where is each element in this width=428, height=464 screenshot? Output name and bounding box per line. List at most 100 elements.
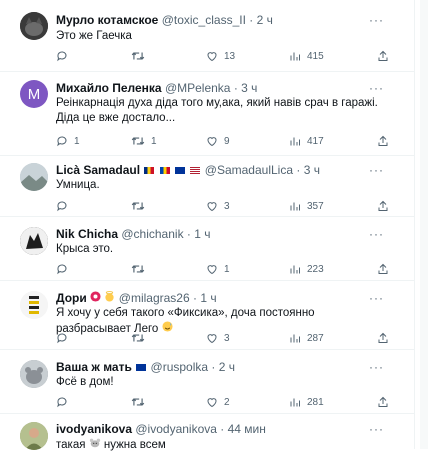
red-circle-emoji-icon bbox=[90, 291, 101, 306]
action-bar: 3 287 bbox=[56, 331, 398, 345]
reply-icon bbox=[57, 264, 67, 275]
share-button[interactable] bbox=[377, 262, 389, 276]
retweet-button[interactable] bbox=[131, 49, 151, 63]
reply-icon bbox=[57, 397, 67, 408]
reply-tweet[interactable]: Дори @milagras26 · 1 ч ··· Я хочу у себя… bbox=[0, 281, 414, 350]
views-button[interactable]: 357 bbox=[289, 199, 324, 213]
tweet-text: Это же Гаечка bbox=[56, 29, 378, 44]
timestamp[interactable]: 44 мин bbox=[228, 422, 266, 436]
share-button[interactable] bbox=[377, 395, 389, 409]
views-button[interactable]: 415 bbox=[289, 49, 324, 63]
timestamp[interactable]: 3 ч bbox=[304, 163, 320, 177]
like-count: 3 bbox=[224, 200, 230, 212]
author-handle[interactable]: @SamadaulLica bbox=[205, 163, 293, 177]
reply-button[interactable] bbox=[56, 395, 74, 409]
retweet-button[interactable] bbox=[131, 395, 151, 409]
share-button[interactable] bbox=[377, 331, 389, 345]
reply-tweet[interactable]: Licà Samadaul @SamadaulLica · 3 ч ··· Ум… bbox=[0, 156, 414, 217]
reply-button[interactable]: 1 bbox=[56, 134, 80, 148]
timestamp[interactable]: 2 ч bbox=[219, 360, 235, 374]
views-button[interactable]: 223 bbox=[289, 262, 324, 276]
avatar[interactable] bbox=[20, 12, 48, 40]
avatar[interactable] bbox=[20, 163, 48, 191]
angel-emoji-icon bbox=[104, 291, 115, 306]
share-button[interactable] bbox=[377, 199, 389, 213]
author-handle[interactable]: @ivodyanikova bbox=[135, 422, 217, 436]
like-count: 13 bbox=[224, 50, 236, 62]
timestamp[interactable]: 3 ч bbox=[241, 81, 257, 95]
like-button[interactable]: 1 bbox=[206, 262, 230, 276]
more-options-icon[interactable]: ··· bbox=[369, 423, 384, 435]
views-button[interactable]: 287 bbox=[289, 331, 324, 345]
more-options-icon[interactable]: ··· bbox=[369, 292, 384, 304]
author-name[interactable]: Михайло Пеленка bbox=[56, 81, 162, 95]
reply-button[interactable] bbox=[56, 331, 74, 345]
author-handle[interactable]: @ruspolka bbox=[151, 360, 209, 374]
like-count: 9 bbox=[224, 135, 230, 147]
retweet-icon bbox=[131, 52, 145, 60]
share-button[interactable] bbox=[377, 134, 389, 148]
more-options-icon[interactable]: ··· bbox=[369, 82, 384, 94]
views-button[interactable]: 281 bbox=[289, 395, 324, 409]
retweet-button[interactable] bbox=[131, 262, 151, 276]
flag-romania-icon bbox=[144, 167, 155, 175]
more-options-icon[interactable]: ··· bbox=[369, 14, 384, 26]
reply-button[interactable] bbox=[56, 49, 74, 63]
avatar[interactable] bbox=[20, 422, 48, 450]
author-name[interactable]: Дори bbox=[56, 291, 87, 305]
avatar[interactable] bbox=[20, 360, 48, 388]
reply-tweet[interactable]: Nik Chicha @chichanik · 1 ч ··· Крыса эт… bbox=[0, 217, 414, 281]
tweet-text: Реінкарнація духа діда того му,ака, який… bbox=[56, 96, 378, 126]
like-button[interactable]: 9 bbox=[206, 134, 230, 148]
heart-icon bbox=[207, 265, 217, 275]
author-name[interactable]: Ваша ж мать bbox=[56, 360, 132, 374]
tweet-header: Дори @milagras26 · 1 ч bbox=[56, 291, 384, 306]
person-avatar-icon bbox=[20, 422, 48, 450]
avatar[interactable]: M bbox=[20, 80, 48, 108]
like-button[interactable]: 3 bbox=[206, 199, 230, 213]
like-button[interactable]: 13 bbox=[206, 49, 235, 63]
landscape-avatar-icon bbox=[20, 163, 48, 191]
timestamp[interactable]: 1 ч bbox=[194, 227, 210, 241]
more-options-icon[interactable]: ··· bbox=[369, 164, 384, 176]
reply-tweet[interactable]: Мурло котамское @toxic_class_II · 2 ч ··… bbox=[0, 0, 414, 72]
author-handle[interactable]: @MPelenka bbox=[165, 81, 231, 95]
timestamp[interactable]: 2 ч bbox=[257, 13, 273, 27]
separator-dot: · bbox=[249, 13, 254, 27]
author-name[interactable]: ivodyanikova bbox=[56, 422, 132, 436]
like-button[interactable]: 3 bbox=[206, 331, 230, 345]
timestamp[interactable]: 1 ч bbox=[200, 291, 216, 305]
reply-tweet[interactable]: Ваша ж мать @ruspolka · 2 ч ··· Фсё в до… bbox=[0, 350, 414, 414]
separator-dot: · bbox=[211, 360, 216, 374]
more-options-icon[interactable]: ··· bbox=[369, 228, 384, 240]
retweet-icon bbox=[131, 398, 145, 406]
author-name[interactable]: Мурло котамское bbox=[56, 13, 158, 27]
reply-button[interactable] bbox=[56, 199, 74, 213]
reply-tweet[interactable]: M Михайло Пеленка @MPelenka · 3 ч ··· Ре… bbox=[0, 72, 414, 156]
tweet-text-line: Умница. bbox=[56, 179, 100, 191]
reply-feed: Мурло котамское @toxic_class_II · 2 ч ··… bbox=[0, 0, 414, 464]
tweet-header: Михайло Пеленка @MPelenka · 3 ч bbox=[56, 81, 384, 96]
retweet-button[interactable]: 1 bbox=[131, 134, 157, 148]
reply-tweet[interactable]: ivodyanikova @ivodyanikova · 44 мин ··· … bbox=[0, 414, 414, 464]
retweet-button[interactable] bbox=[131, 199, 151, 213]
share-icon bbox=[378, 135, 388, 146]
author-name[interactable]: Nik Chicha bbox=[56, 227, 118, 241]
share-button[interactable] bbox=[377, 49, 389, 63]
more-options-icon[interactable]: ··· bbox=[369, 361, 384, 373]
author-handle[interactable]: @milagras26 bbox=[119, 291, 190, 305]
view-count: 415 bbox=[307, 50, 324, 62]
author-name[interactable]: Licà Samadaul bbox=[56, 163, 140, 177]
avatar[interactable] bbox=[20, 227, 48, 255]
view-count: 223 bbox=[307, 263, 324, 275]
view-count: 417 bbox=[307, 135, 324, 147]
reply-icon bbox=[57, 333, 67, 344]
author-handle[interactable]: @chichanik bbox=[121, 227, 183, 241]
retweet-button[interactable] bbox=[131, 331, 151, 345]
author-handle[interactable]: @toxic_class_II bbox=[162, 13, 246, 27]
like-button[interactable]: 2 bbox=[206, 395, 230, 409]
avatar[interactable] bbox=[20, 291, 48, 319]
reply-button[interactable] bbox=[56, 262, 74, 276]
views-button[interactable]: 417 bbox=[289, 134, 324, 148]
flag-eu-icon bbox=[136, 364, 147, 372]
